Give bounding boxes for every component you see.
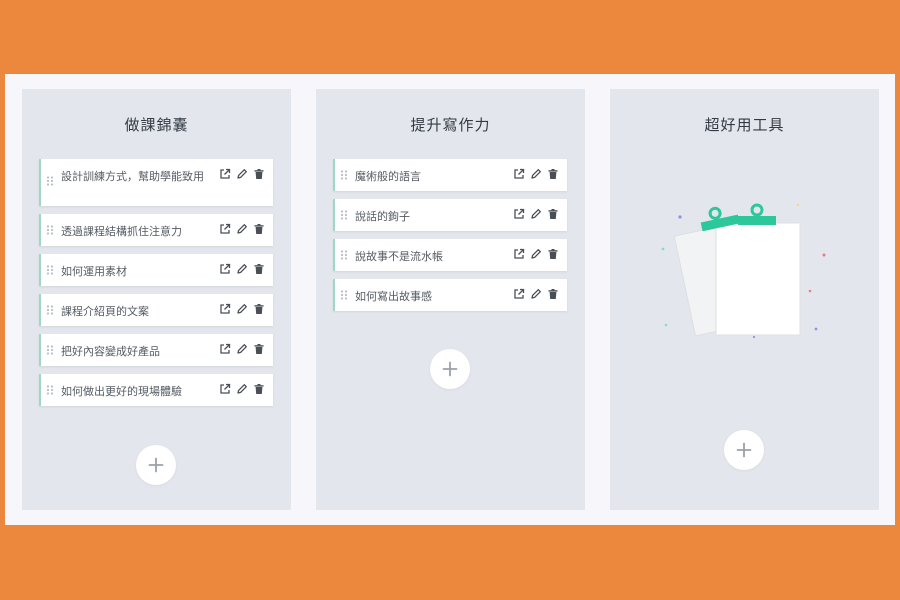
list-item[interactable]: 課程介紹頁的文案	[39, 294, 273, 326]
list-item[interactable]: 如何運用素材	[39, 254, 273, 286]
list-item[interactable]: 把好內容變成好產品	[39, 334, 273, 366]
card-label: 如何做出更好的現場體驗	[61, 385, 182, 398]
drag-handle-icon[interactable]	[46, 345, 54, 355]
column-title[interactable]: 提升寫作力	[316, 114, 585, 135]
pencil-icon[interactable]	[236, 383, 248, 395]
add-card-button[interactable]	[724, 430, 764, 470]
trash-icon[interactable]	[253, 343, 265, 355]
pencil-icon[interactable]	[236, 168, 248, 180]
pencil-icon[interactable]	[236, 303, 248, 315]
add-card-button[interactable]	[136, 445, 176, 485]
empty-clipboard-illustration	[661, 203, 826, 339]
pencil-icon[interactable]	[236, 263, 248, 275]
trash-icon[interactable]	[547, 248, 559, 260]
pencil-icon[interactable]	[530, 208, 542, 220]
list-item[interactable]: 如何寫出故事感	[333, 279, 567, 311]
pencil-icon[interactable]	[530, 248, 542, 260]
card-label: 如何運用素材	[61, 265, 127, 278]
trash-icon[interactable]	[253, 383, 265, 395]
add-card-button[interactable]	[430, 349, 470, 389]
external-link-icon[interactable]	[219, 263, 231, 275]
list-item[interactable]: 魔術般的語言	[333, 159, 567, 191]
trash-icon[interactable]	[253, 223, 265, 235]
list-column: 做課錦囊 設計訓練方式，幫助學能致用 透過課程結構抓住注意力 如何運用素材 課程…	[22, 89, 291, 510]
card-label: 透過課程結構抓住注意力	[61, 225, 182, 238]
pencil-icon[interactable]	[530, 288, 542, 300]
external-link-icon[interactable]	[513, 288, 525, 300]
external-link-icon[interactable]	[513, 208, 525, 220]
drag-handle-icon[interactable]	[340, 250, 348, 260]
list-item[interactable]: 透過課程結構抓住注意力	[39, 214, 273, 246]
card-label: 魔術般的語言	[355, 170, 421, 183]
trash-icon[interactable]	[253, 168, 265, 180]
trash-icon[interactable]	[253, 303, 265, 315]
trash-icon[interactable]	[547, 288, 559, 300]
card-label: 設計訓練方式，幫助學能致用	[61, 170, 204, 183]
drag-handle-icon[interactable]	[46, 176, 54, 186]
list-column: 超好用工具	[610, 89, 879, 510]
column-title[interactable]: 做課錦囊	[22, 114, 291, 135]
drag-handle-icon[interactable]	[46, 385, 54, 395]
pencil-icon[interactable]	[236, 343, 248, 355]
external-link-icon[interactable]	[219, 223, 231, 235]
external-link-icon[interactable]	[219, 383, 231, 395]
external-link-icon[interactable]	[219, 343, 231, 355]
plus-icon	[736, 442, 752, 458]
drag-handle-icon[interactable]	[340, 170, 348, 180]
list-column: 提升寫作力 魔術般的語言 說話的鉤子 說故事不是流水帳 如何寫出故事感	[316, 89, 585, 510]
external-link-icon[interactable]	[513, 168, 525, 180]
drag-handle-icon[interactable]	[340, 210, 348, 220]
trash-icon[interactable]	[547, 208, 559, 220]
drag-handle-icon[interactable]	[46, 225, 54, 235]
card-label: 說故事不是流水帳	[355, 250, 443, 263]
card-label: 說話的鉤子	[355, 210, 410, 223]
plus-icon	[148, 457, 164, 473]
board: 做課錦囊 設計訓練方式，幫助學能致用 透過課程結構抓住注意力 如何運用素材 課程…	[5, 74, 895, 525]
list-item[interactable]: 如何做出更好的現場體驗	[39, 374, 273, 406]
pencil-icon[interactable]	[530, 168, 542, 180]
trash-icon[interactable]	[253, 263, 265, 275]
pencil-icon[interactable]	[236, 223, 248, 235]
list-item[interactable]: 設計訓練方式，幫助學能致用	[39, 159, 273, 206]
drag-handle-icon[interactable]	[340, 290, 348, 300]
drag-handle-icon[interactable]	[46, 305, 54, 315]
card-label: 把好內容變成好產品	[61, 345, 160, 358]
column-title[interactable]: 超好用工具	[610, 114, 879, 135]
card-label: 如何寫出故事感	[355, 290, 432, 303]
external-link-icon[interactable]	[219, 168, 231, 180]
external-link-icon[interactable]	[219, 303, 231, 315]
list-item[interactable]: 說故事不是流水帳	[333, 239, 567, 271]
list-item[interactable]: 說話的鉤子	[333, 199, 567, 231]
plus-icon	[442, 361, 458, 377]
card-label: 課程介紹頁的文案	[61, 305, 149, 318]
trash-icon[interactable]	[547, 168, 559, 180]
drag-handle-icon[interactable]	[46, 265, 54, 275]
external-link-icon[interactable]	[513, 248, 525, 260]
